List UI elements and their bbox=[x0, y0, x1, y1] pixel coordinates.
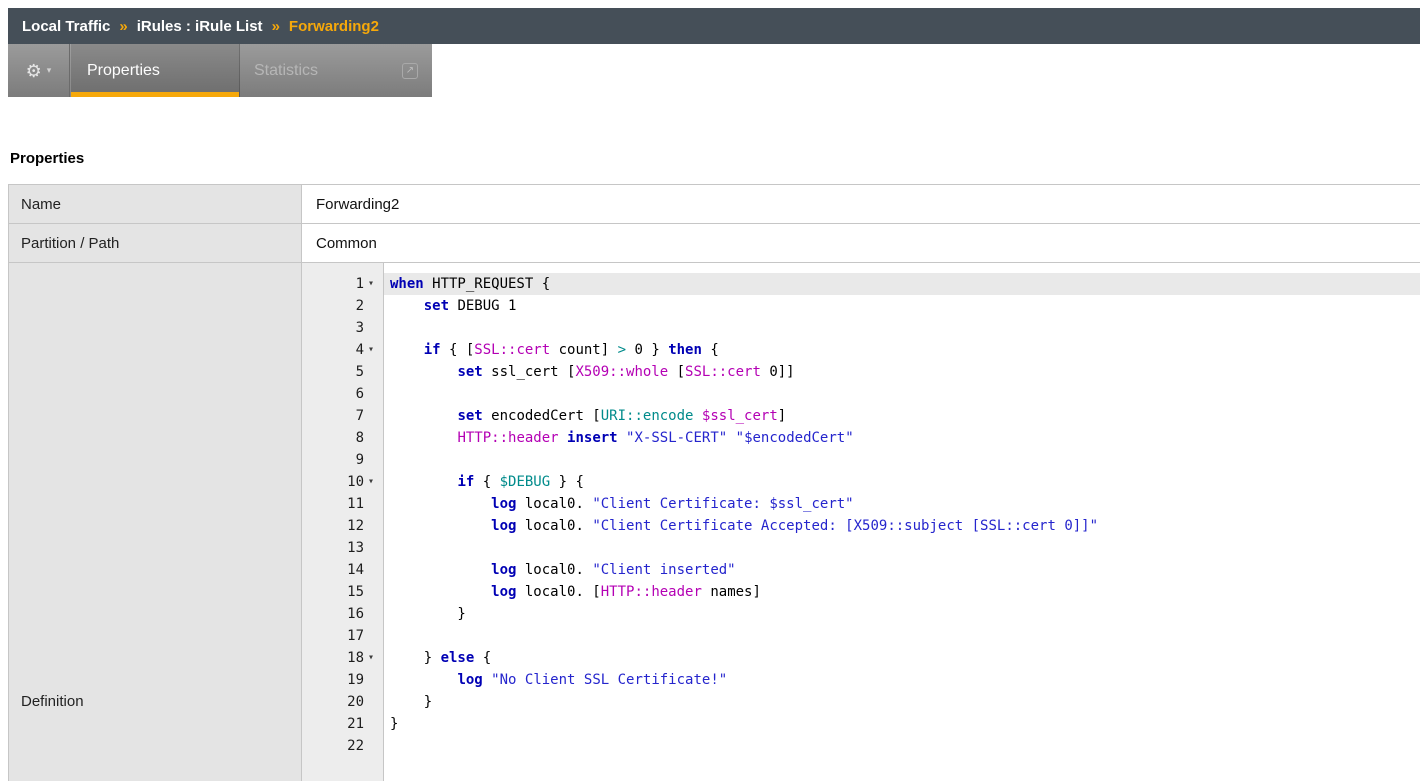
code-text[interactable] bbox=[384, 449, 1420, 471]
code-text[interactable]: } else { bbox=[384, 647, 1420, 669]
breadcrumb-item-irule-list[interactable]: iRules : iRule List bbox=[137, 18, 263, 35]
line-number: 21 bbox=[302, 713, 384, 735]
property-label-definition: Definition bbox=[9, 263, 302, 781]
breadcrumb-separator: » bbox=[119, 18, 127, 35]
line-number: 1▾ bbox=[302, 273, 384, 295]
code-line[interactable]: 16 } bbox=[302, 603, 1420, 625]
fold-arrow-icon[interactable]: ▾ bbox=[364, 273, 378, 295]
line-number: 2 bbox=[302, 295, 384, 317]
code-line[interactable]: 5 set ssl_cert [X509::whole [SSL::cert 0… bbox=[302, 361, 1420, 383]
chevron-down-icon: ▾ bbox=[47, 66, 52, 75]
code-line[interactable]: 8 HTTP::header insert "X-SSL-CERT" "$enc… bbox=[302, 427, 1420, 449]
code-text[interactable] bbox=[384, 537, 1420, 559]
code-line[interactable]: 2 set DEBUG 1 bbox=[302, 295, 1420, 317]
line-number: 13 bbox=[302, 537, 384, 559]
code-line[interactable]: 4▾ if { [SSL::cert count] > 0 } then { bbox=[302, 339, 1420, 361]
code-line[interactable]: 7 set encodedCert [URI::encode $ssl_cert… bbox=[302, 405, 1420, 427]
line-number: 14 bbox=[302, 559, 384, 581]
gear-menu-button[interactable]: ⚙ ▾ bbox=[8, 44, 70, 97]
property-value-partition: Common bbox=[302, 224, 1420, 262]
fold-arrow-icon[interactable]: ▾ bbox=[364, 471, 378, 493]
table-row-partition: Partition / Path Common bbox=[9, 224, 1420, 263]
breadcrumb-separator: » bbox=[272, 18, 280, 35]
code-line[interactable]: 21} bbox=[302, 713, 1420, 735]
property-label-name: Name bbox=[9, 185, 302, 223]
breadcrumb-current-page: Forwarding2 bbox=[289, 18, 379, 35]
code-line[interactable]: 3 bbox=[302, 317, 1420, 339]
code-text[interactable]: } bbox=[384, 603, 1420, 625]
tab-statistics[interactable]: Statistics ↗ bbox=[240, 44, 432, 97]
tab-properties-label: Properties bbox=[87, 62, 160, 80]
line-number: 9 bbox=[302, 449, 384, 471]
code-text[interactable]: log local0. "Client Certificate Accepted… bbox=[384, 515, 1420, 537]
code-line[interactable]: 20 } bbox=[302, 691, 1420, 713]
table-row-name: Name Forwarding2 bbox=[9, 185, 1420, 224]
code-text[interactable]: set DEBUG 1 bbox=[384, 295, 1420, 317]
code-line[interactable]: 13 bbox=[302, 537, 1420, 559]
code-line[interactable]: 1▾when HTTP_REQUEST { bbox=[302, 273, 1420, 295]
code-text[interactable]: log local0. "Client Certificate: $ssl_ce… bbox=[384, 493, 1420, 515]
line-number: 15 bbox=[302, 581, 384, 603]
code-text[interactable]: set encodedCert [URI::encode $ssl_cert] bbox=[384, 405, 1420, 427]
line-number: 17 bbox=[302, 625, 384, 647]
breadcrumb: Local Traffic » iRules : iRule List » Fo… bbox=[8, 8, 1420, 44]
code-text[interactable] bbox=[384, 625, 1420, 647]
code-line[interactable]: 12 log local0. "Client Certificate Accep… bbox=[302, 515, 1420, 537]
code-lines: 1▾when HTTP_REQUEST {2 set DEBUG 13 4▾ i… bbox=[302, 263, 1420, 757]
code-text[interactable]: if { [SSL::cert count] > 0 } then { bbox=[384, 339, 1420, 361]
property-label-partition: Partition / Path bbox=[9, 224, 302, 262]
line-number: 19 bbox=[302, 669, 384, 691]
fold-arrow-icon[interactable]: ▾ bbox=[364, 647, 378, 669]
line-number: 3 bbox=[302, 317, 384, 339]
code-line[interactable]: 11 log local0. "Client Certificate: $ssl… bbox=[302, 493, 1420, 515]
code-text[interactable]: if { $DEBUG } { bbox=[384, 471, 1420, 493]
line-number: 5 bbox=[302, 361, 384, 383]
line-number: 12 bbox=[302, 515, 384, 537]
line-number: 11 bbox=[302, 493, 384, 515]
section-title: Properties bbox=[10, 150, 84, 167]
line-number: 16 bbox=[302, 603, 384, 625]
definition-label: Definition bbox=[21, 693, 84, 710]
tab-bar: ⚙ ▾ Properties Statistics ↗ bbox=[8, 44, 432, 97]
line-number: 6 bbox=[302, 383, 384, 405]
line-number: 4▾ bbox=[302, 339, 384, 361]
code-text[interactable]: log local0. [HTTP::header names] bbox=[384, 581, 1420, 603]
line-number: 18▾ bbox=[302, 647, 384, 669]
code-line[interactable]: 18▾ } else { bbox=[302, 647, 1420, 669]
code-text[interactable] bbox=[384, 383, 1420, 405]
code-editor[interactable]: 1▾when HTTP_REQUEST {2 set DEBUG 13 4▾ i… bbox=[302, 263, 1420, 781]
code-text[interactable]: } bbox=[384, 691, 1420, 713]
code-text[interactable]: log "No Client SSL Certificate!" bbox=[384, 669, 1420, 691]
code-line[interactable]: 17 bbox=[302, 625, 1420, 647]
code-text[interactable]: } bbox=[384, 713, 1420, 735]
tab-statistics-label: Statistics bbox=[254, 62, 318, 80]
code-text[interactable] bbox=[384, 317, 1420, 339]
code-text[interactable]: log local0. "Client inserted" bbox=[384, 559, 1420, 581]
code-line[interactable]: 10▾ if { $DEBUG } { bbox=[302, 471, 1420, 493]
code-line[interactable]: 9 bbox=[302, 449, 1420, 471]
code-text[interactable] bbox=[384, 735, 1420, 757]
code-line[interactable]: 6 bbox=[302, 383, 1420, 405]
line-number: 20 bbox=[302, 691, 384, 713]
line-number: 8 bbox=[302, 427, 384, 449]
breadcrumb-item-local-traffic[interactable]: Local Traffic bbox=[22, 18, 110, 35]
code-text[interactable]: set ssl_cert [X509::whole [SSL::cert 0]] bbox=[384, 361, 1420, 383]
code-text[interactable]: when HTTP_REQUEST { bbox=[384, 273, 1420, 295]
property-value-name: Forwarding2 bbox=[302, 185, 1420, 223]
fold-arrow-icon[interactable]: ▾ bbox=[364, 339, 378, 361]
line-number: 10▾ bbox=[302, 471, 384, 493]
line-number: 7 bbox=[302, 405, 384, 427]
code-line[interactable]: 19 log "No Client SSL Certificate!" bbox=[302, 669, 1420, 691]
code-line[interactable]: 22 bbox=[302, 735, 1420, 757]
code-text[interactable]: HTTP::header insert "X-SSL-CERT" "$encod… bbox=[384, 427, 1420, 449]
gear-icon: ⚙ bbox=[26, 62, 42, 80]
line-number: 22 bbox=[302, 735, 384, 757]
code-line[interactable]: 14 log local0. "Client inserted" bbox=[302, 559, 1420, 581]
definition-cell: 1▾when HTTP_REQUEST {2 set DEBUG 13 4▾ i… bbox=[302, 263, 1420, 781]
properties-table: Name Forwarding2 Partition / Path Common… bbox=[8, 184, 1420, 781]
table-row-definition: Definition 1▾when HTTP_REQUEST {2 set DE… bbox=[9, 263, 1420, 781]
new-window-icon: ↗ bbox=[402, 63, 418, 79]
code-line[interactable]: 15 log local0. [HTTP::header names] bbox=[302, 581, 1420, 603]
tab-properties[interactable]: Properties bbox=[70, 44, 240, 97]
